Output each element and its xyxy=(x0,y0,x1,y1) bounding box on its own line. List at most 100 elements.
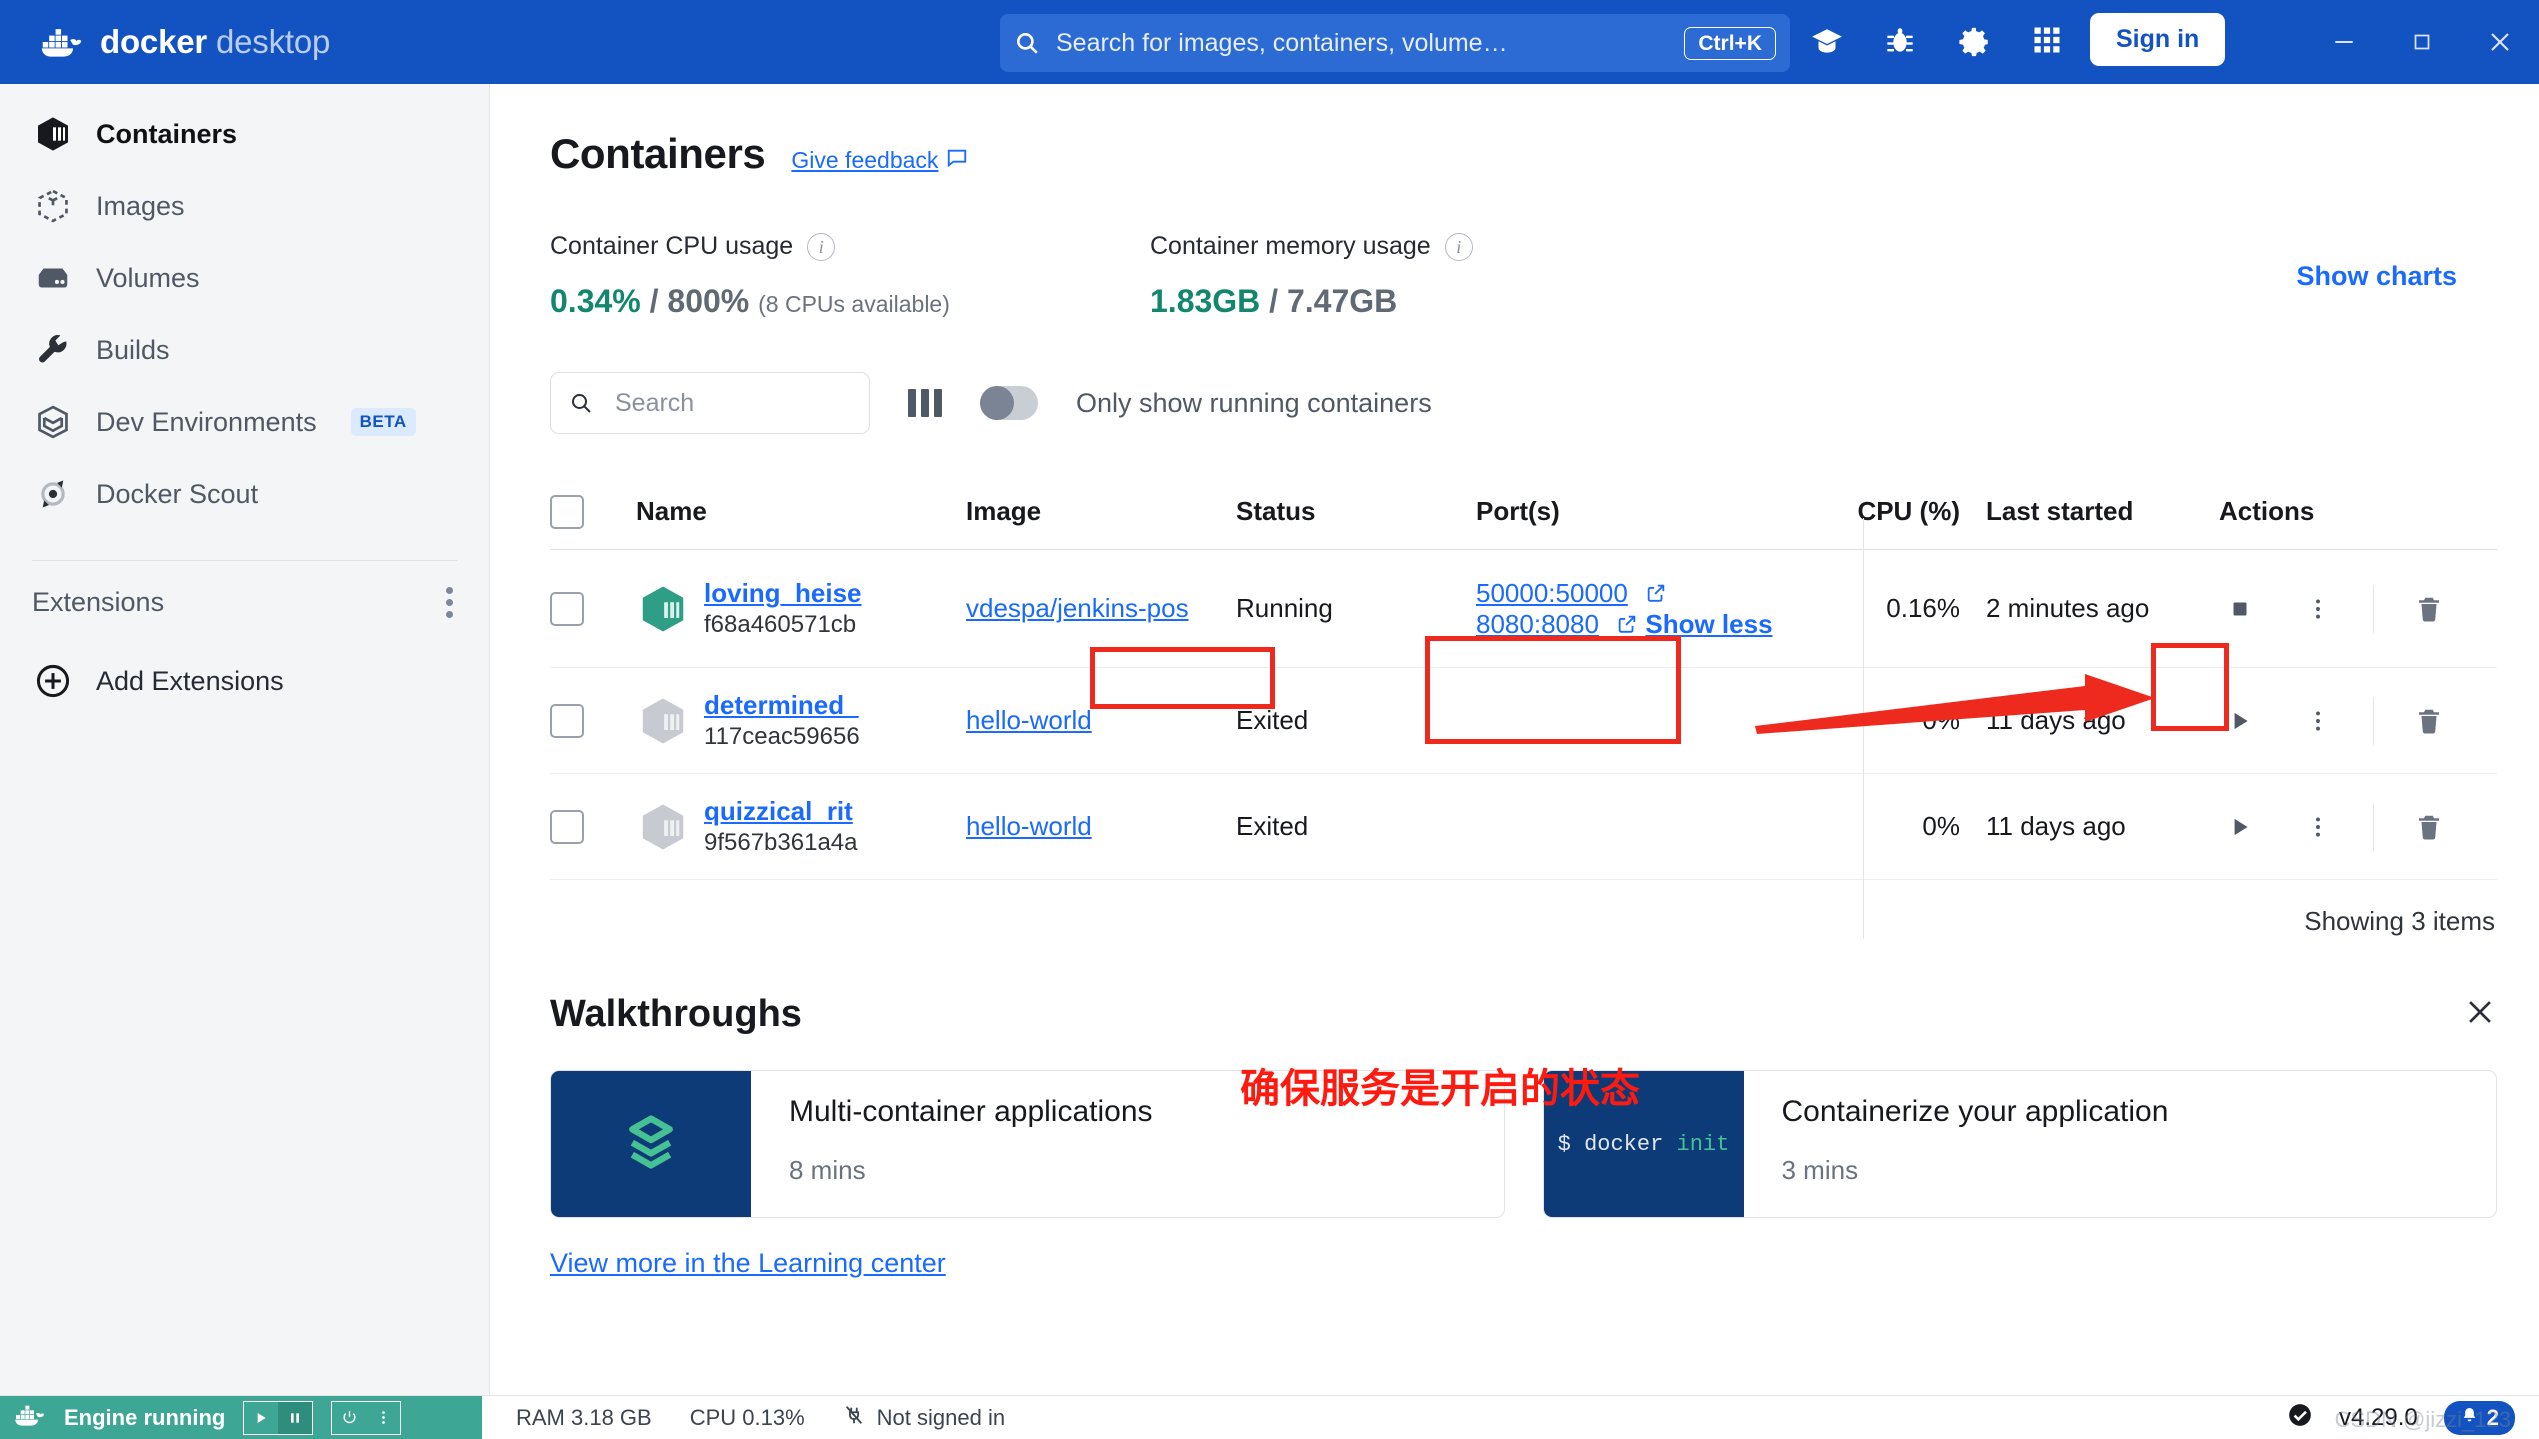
delete-icon[interactable] xyxy=(2390,594,2468,624)
port-line: 50000:50000 xyxy=(1476,578,1667,608)
memory-used: 1.83GB xyxy=(1150,283,1261,319)
table-row[interactable]: loving_heise f68a460571cb vdespa/jenkins… xyxy=(550,550,2497,668)
row-checkbox[interactable] xyxy=(550,591,584,626)
cpu-total: 800% xyxy=(667,283,750,319)
toggle-knob xyxy=(980,386,1014,420)
info-icon[interactable]: i xyxy=(1444,232,1473,261)
wrench-icon xyxy=(32,329,74,371)
search-input[interactable]: Search xyxy=(550,372,870,434)
header-status[interactable]: Status xyxy=(1236,496,1476,527)
image-link[interactable]: vdespa/jenkins-pos xyxy=(966,593,1189,623)
header-image[interactable]: Image xyxy=(966,496,1236,527)
info-icon[interactable]: i xyxy=(807,232,836,261)
container-icon xyxy=(32,113,74,155)
table-row[interactable]: determined_ 117ceac59656 hello-world Exi… xyxy=(550,668,2497,774)
play-icon[interactable] xyxy=(2201,814,2279,840)
container-name-block: quizzical_rit 9f567b361a4a xyxy=(704,795,858,858)
container-image-cell: hello-world xyxy=(966,705,1236,736)
sidebar-item-images[interactable]: Images xyxy=(0,170,489,242)
docker-init-art: $ docker init xyxy=(1543,1071,1744,1217)
minimize-icon[interactable] xyxy=(2305,0,2383,84)
header-cpu[interactable]: CPU (%) xyxy=(1826,496,1986,527)
table-row[interactable]: quizzical_rit 9f567b361a4a hello-world E… xyxy=(550,774,2497,880)
container-name-cell: determined_ 117ceac59656 xyxy=(636,689,966,752)
container-name-cell: loving_heise f68a460571cb xyxy=(636,577,966,640)
row-menu-icon[interactable] xyxy=(2279,596,2357,622)
view-more-learning-center-link[interactable]: View more in the Learning center xyxy=(550,1248,2539,1279)
header-name[interactable]: Name xyxy=(636,496,966,527)
delete-icon[interactable] xyxy=(2390,706,2468,736)
header-last-started[interactable]: Last started xyxy=(1986,496,2201,527)
global-search[interactable]: Search for images, containers, volume… C… xyxy=(1000,14,1790,72)
engine-status-label: Engine running xyxy=(64,1404,226,1430)
sidebar-item-dev-environments[interactable]: Dev Environments BETA xyxy=(0,386,489,458)
show-less-link[interactable]: Show less xyxy=(1645,609,1772,639)
row-menu-icon[interactable] xyxy=(2279,708,2357,734)
sidebar-item-label: Containers xyxy=(96,118,238,149)
learning-center-icon[interactable] xyxy=(1810,25,1844,59)
sidebar-item-builds[interactable]: Builds xyxy=(0,314,489,386)
add-extensions-label: Add Extensions xyxy=(96,665,284,696)
sign-in-status[interactable]: Not signed in xyxy=(843,1404,1005,1432)
walkthrough-card[interactable]: $ docker init Containerize your applicat… xyxy=(1542,1070,2497,1218)
docker-whale-icon xyxy=(40,26,84,58)
row-checkbox[interactable] xyxy=(550,809,584,844)
stop-icon[interactable] xyxy=(2201,596,2279,622)
page-header: Containers Give feedback xyxy=(550,84,2539,178)
status-right: v4.29.0 2 xyxy=(2287,1400,2539,1435)
memory-usage-label-row: Container memory usage i xyxy=(1150,232,1750,261)
status-metrics: RAM 3.18 GB CPU 0.13% Not signed in xyxy=(482,1404,1005,1432)
add-extensions-button[interactable]: Add Extensions xyxy=(0,660,489,702)
titlebar-icon-group xyxy=(1810,0,2066,84)
give-feedback-link[interactable]: Give feedback xyxy=(791,147,968,175)
walkthrough-card-body: Multi-container applications 8 mins xyxy=(751,1071,1153,1217)
brand-text: docker desktop xyxy=(100,23,330,61)
play-icon[interactable] xyxy=(2201,708,2279,734)
close-icon[interactable] xyxy=(2463,995,2497,1034)
container-id: f68a460571cb xyxy=(704,610,857,638)
external-link-icon[interactable] xyxy=(1616,611,1638,633)
play-icon[interactable] xyxy=(244,1402,278,1434)
bug-icon[interactable] xyxy=(1884,25,1918,59)
walkthrough-card[interactable]: Multi-container applications 8 mins xyxy=(550,1070,1505,1218)
header-ports[interactable]: Port(s) xyxy=(1476,496,1826,527)
gear-icon[interactable] xyxy=(1958,25,1992,59)
notifications-badge[interactable]: 2 xyxy=(2443,1400,2515,1435)
container-name-link[interactable]: quizzical_rit xyxy=(704,795,858,828)
port-link[interactable]: 8080:8080 xyxy=(1476,609,1599,640)
close-icon[interactable] xyxy=(2461,0,2539,84)
containers-table: Name Image Status Port(s) CPU (%) Last s… xyxy=(550,474,2497,939)
grid-apps-icon[interactable] xyxy=(2032,25,2066,59)
main-content: Containers Give feedback Container CPU u… xyxy=(490,84,2539,1395)
signed-in-status-label: Not signed in xyxy=(876,1404,1006,1430)
image-link[interactable]: hello-world xyxy=(966,811,1092,841)
extensions-menu-icon[interactable] xyxy=(446,587,453,618)
sign-in-button[interactable]: Sign in xyxy=(2090,13,2226,66)
actions-column-divider xyxy=(1863,518,1864,939)
search-icon xyxy=(1014,30,1040,56)
only-running-toggle[interactable] xyxy=(980,386,1038,420)
row-checkbox[interactable] xyxy=(550,703,584,738)
port-link[interactable]: 50000:50000 xyxy=(1476,578,1628,609)
sidebar-item-volumes[interactable]: Volumes xyxy=(0,242,489,314)
image-link[interactable]: hello-world xyxy=(966,705,1092,735)
walkthrough-duration: 3 mins xyxy=(1781,1155,1859,1185)
select-all-checkbox[interactable] xyxy=(550,494,584,529)
maximize-icon[interactable] xyxy=(2383,0,2461,84)
pause-icon[interactable] xyxy=(278,1401,313,1434)
column-settings-icon[interactable] xyxy=(908,389,942,417)
walkthroughs-title: Walkthroughs xyxy=(550,993,802,1035)
show-charts-button[interactable]: Show charts xyxy=(2296,261,2457,292)
delete-icon[interactable] xyxy=(2390,812,2468,842)
sidebar-item-docker-scout[interactable]: Docker Scout xyxy=(0,458,489,530)
engine-menu-icon[interactable] xyxy=(366,1402,400,1434)
sidebar-item-containers[interactable]: Containers xyxy=(0,98,489,170)
container-name-link[interactable]: determined_ xyxy=(704,689,860,722)
external-link-icon[interactable] xyxy=(1645,580,1667,602)
container-name-link[interactable]: loving_heise xyxy=(704,577,862,610)
power-icon[interactable] xyxy=(332,1402,366,1434)
row-menu-icon[interactable] xyxy=(2279,814,2357,840)
give-feedback-label: Give feedback xyxy=(791,147,939,173)
engine-status: Engine running xyxy=(0,1395,482,1439)
memory-total: 7.47GB xyxy=(1286,283,1398,319)
